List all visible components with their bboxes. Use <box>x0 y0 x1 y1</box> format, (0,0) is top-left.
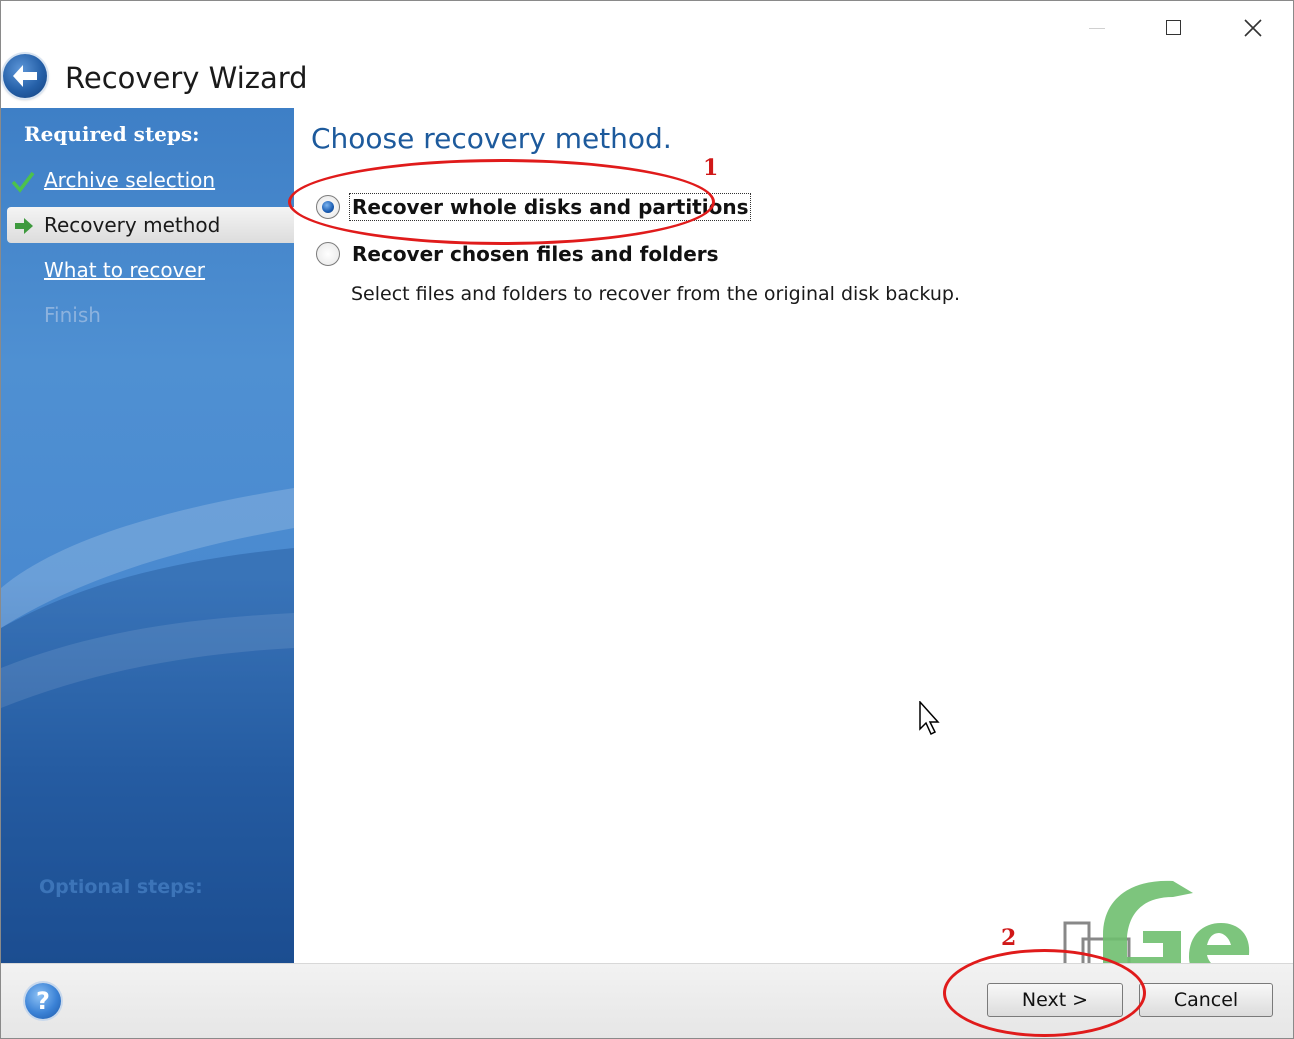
help-icon[interactable]: ? <box>25 983 61 1019</box>
back-button[interactable] <box>3 54 47 98</box>
option-files-folders[interactable]: Recover chosen files and folders <box>316 241 721 267</box>
recovery-wizard-window: Recovery Wizard Required steps: Archive … <box>0 0 1294 1039</box>
maximize-button[interactable] <box>1152 11 1196 45</box>
sidebar-item-what-to-recover[interactable]: What to recover <box>44 258 205 282</box>
option-files-folders-label[interactable]: Recover chosen files and folders <box>350 241 721 267</box>
close-button[interactable] <box>1231 11 1275 45</box>
current-step-arrow-icon <box>15 218 33 234</box>
close-icon <box>1244 19 1262 37</box>
required-steps-heading: Required steps: <box>24 122 200 146</box>
sidebar-item-archive-selection[interactable]: Archive selection <box>44 168 215 192</box>
optional-steps-heading: Optional steps: <box>39 876 203 898</box>
annotation-ellipse-2 <box>943 949 1146 1037</box>
annotation-number-2: 2 <box>1001 925 1017 951</box>
title-bar: Recovery Wizard <box>1 1 1293 106</box>
annotation-number-1: 1 <box>703 155 719 181</box>
page-heading: Choose recovery method. <box>311 122 672 155</box>
wizard-steps-sidebar: Required steps: Archive selection Recove… <box>1 108 294 963</box>
mouse-cursor-icon <box>919 701 940 736</box>
annotation-ellipse-1 <box>288 159 715 245</box>
back-arrow-icon <box>13 65 37 87</box>
cancel-button[interactable]: Cancel <box>1139 983 1273 1017</box>
checkmark-icon <box>11 171 35 193</box>
radio-files-folders[interactable] <box>316 242 340 266</box>
sidebar-item-recovery-method[interactable]: Recovery method <box>44 213 220 237</box>
window-title: Recovery Wizard <box>65 61 308 95</box>
sidebar-item-finish: Finish <box>44 303 101 327</box>
minimize-button[interactable] <box>1075 11 1119 45</box>
option-description: Select files and folders to recover from… <box>351 283 960 305</box>
